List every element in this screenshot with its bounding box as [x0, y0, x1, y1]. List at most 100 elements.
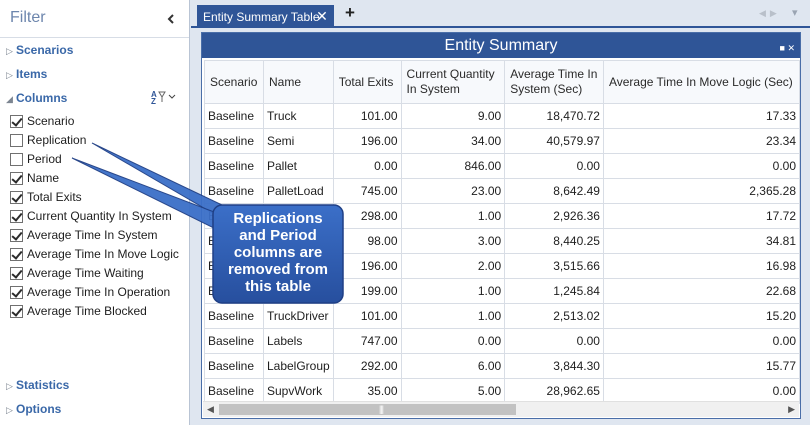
table-cell: 9.00 — [400, 103, 506, 129]
table-row[interactable]: Baseline PalletLoad 745.00 23.00 8,642.49 2,3… — [204, 178, 801, 204]
table-cell: Truck — [262, 103, 334, 129]
section-items[interactable]: ▷ Items — [6, 67, 47, 81]
table-header-row: Scenario Name Total Exits Current Quantity … — [204, 60, 801, 104]
column-header[interactable]: Total Exits — [332, 60, 402, 104]
table-cell: 15.20 — [602, 303, 801, 329]
tab-scroll-arrows-icon[interactable]: ◀▶ — [759, 8, 781, 19]
plus-icon[interactable]: + — [345, 4, 355, 22]
column-header[interactable]: Average Time In System (Sec) — [504, 60, 604, 104]
column-checkbox-row[interactable]: Average Time In System — [10, 226, 158, 244]
column-checkbox-row[interactable]: Average Time Waiting — [10, 264, 144, 282]
window-controls-icon[interactable]: ■ ✕ — [780, 36, 795, 61]
horizontal-scrollbar[interactable]: ◀ ||| ▶ — [203, 401, 799, 417]
table-row[interactable]: Baseline LabelGroup 292.00 6.00 3,844.30 15.7… — [204, 353, 801, 379]
table-cell: 0.00 — [332, 153, 402, 179]
expand-arrow-icon: ▷ — [6, 405, 13, 415]
chevron-down-icon[interactable]: ▾ — [792, 6, 798, 19]
table-cell: 5.00 — [400, 378, 506, 404]
table-cell: 35.00 — [332, 378, 402, 404]
section-scenarios-label: Scenarios — [16, 43, 74, 57]
scrollbar-thumb[interactable]: ||| — [219, 404, 516, 415]
scroll-right-icon[interactable]: ▶ — [788, 404, 795, 415]
table-row[interactable]: Baseline Truck 101.00 9.00 18,470.72 17.33 — [204, 103, 801, 129]
checkbox-label: Current Quantity In System — [27, 209, 172, 223]
table-cell: Baseline — [204, 128, 264, 154]
table-cell: Baseline — [204, 328, 264, 354]
column-checkbox-row[interactable]: Average Time Blocked — [10, 302, 147, 320]
table-cell: TruckDriver — [262, 303, 334, 329]
checkbox-label: Average Time Blocked — [27, 304, 147, 318]
table-cell: 22.68 — [602, 278, 801, 304]
checkbox[interactable] — [10, 190, 23, 204]
table-row[interactable]: Baseline Pallet 0.00 846.00 0.00 0.00 — [204, 153, 801, 179]
table-cell: 1.00 — [400, 203, 506, 229]
callout-line: removed from — [227, 261, 329, 278]
table-cell: 23.34 — [602, 128, 801, 154]
table-cell: 1.00 — [400, 278, 506, 304]
table-cell: 3,844.30 — [504, 353, 604, 379]
table-cell: Labels — [262, 328, 334, 354]
sort-az-icon[interactable]: A Z — [150, 89, 176, 105]
checkbox[interactable] — [10, 152, 23, 166]
table-cell: Baseline — [204, 353, 264, 379]
tab-strip: Entity Summary Table ✕ + ◀▶ ▾ — [191, 0, 810, 28]
column-checkbox-row[interactable]: Scenario — [10, 112, 74, 130]
grid-titlebar: Entity Summary ■ ✕ — [202, 33, 800, 58]
checkbox[interactable] — [10, 304, 23, 318]
close-icon[interactable]: ✕ — [316, 9, 328, 23]
section-scenarios[interactable]: ▷ Scenarios — [6, 43, 73, 57]
table-cell: 16.98 — [602, 253, 801, 279]
chevron-left-icon[interactable] — [164, 12, 178, 26]
table-cell: Baseline — [204, 178, 264, 204]
checkbox[interactable] — [10, 133, 23, 147]
column-checkbox-row[interactable]: Current Quantity In System — [10, 207, 172, 225]
column-checkbox-row[interactable]: Period — [10, 150, 62, 168]
column-checkbox-row[interactable]: Total Exits — [10, 188, 82, 206]
table-cell: 0.00 — [400, 328, 506, 354]
callout-line: columns are — [233, 244, 323, 261]
column-checkbox-row[interactable]: Name — [10, 169, 59, 187]
checkbox[interactable] — [10, 228, 23, 242]
section-statistics-label: Statistics — [16, 378, 70, 392]
filter-panel: Filter ▷ Scenarios ▷ Items ◢ Columns A Z Sc… — [0, 0, 190, 425]
table-row[interactable]: Baseline Semi 196.00 34.00 40,579.97 23.34 — [204, 128, 801, 154]
scroll-left-icon[interactable]: ◀ — [207, 404, 214, 415]
table-cell: 199.00 — [332, 278, 402, 304]
checkbox[interactable] — [10, 114, 23, 128]
column-checkbox-row[interactable]: Average Time In Operation — [10, 283, 170, 301]
column-header[interactable]: Average Time In Move Logic (Sec) — [602, 60, 801, 104]
callout-line: Replications — [233, 210, 323, 227]
checkbox[interactable] — [10, 247, 23, 261]
checkbox[interactable] — [10, 266, 23, 280]
column-header[interactable]: Name — [262, 60, 334, 104]
tab-entity-summary-table[interactable]: Entity Summary Table ✕ — [197, 5, 334, 28]
checkbox[interactable] — [10, 285, 23, 299]
grid-title: Entity Summary — [444, 37, 558, 54]
filter-title: Filter — [10, 9, 46, 26]
table-row[interactable]: Baseline Labels 747.00 0.00 0.00 0.00 — [204, 328, 801, 354]
table-row[interactable]: Baseline SupvWork 35.00 5.00 28,962.65 0.00 — [204, 378, 801, 404]
checkbox-label: Average Time In System — [27, 228, 158, 242]
column-header[interactable]: Current Quantity In System — [400, 60, 506, 104]
table-cell: Semi — [262, 128, 334, 154]
section-columns[interactable]: ◢ Columns — [6, 91, 67, 105]
column-header[interactable]: Scenario — [204, 60, 264, 104]
checkbox-label: Average Time Waiting — [27, 266, 144, 280]
table-cell: 745.00 — [332, 178, 402, 204]
checkbox[interactable] — [10, 171, 23, 185]
column-checkbox-row[interactable]: Replication — [10, 131, 86, 149]
section-options[interactable]: ▷ Options — [6, 402, 61, 416]
table-cell: 298.00 — [332, 203, 402, 229]
table-cell: 28,962.65 — [504, 378, 604, 404]
table-cell: 3.00 — [400, 228, 506, 254]
column-checkbox-row[interactable]: Average Time In Move Logic — [10, 245, 179, 263]
table-cell: 23.00 — [400, 178, 506, 204]
table-cell: 0.00 — [602, 153, 801, 179]
checkbox[interactable] — [10, 209, 23, 223]
table-cell: 846.00 — [400, 153, 506, 179]
checkbox-label: Period — [27, 152, 62, 166]
checkbox-label: Total Exits — [27, 190, 82, 204]
table-cell: 17.72 — [602, 203, 801, 229]
section-statistics[interactable]: ▷ Statistics — [6, 378, 69, 392]
table-row[interactable]: Baseline TruckDriver 101.00 1.00 2,513.02 15.… — [204, 303, 801, 329]
